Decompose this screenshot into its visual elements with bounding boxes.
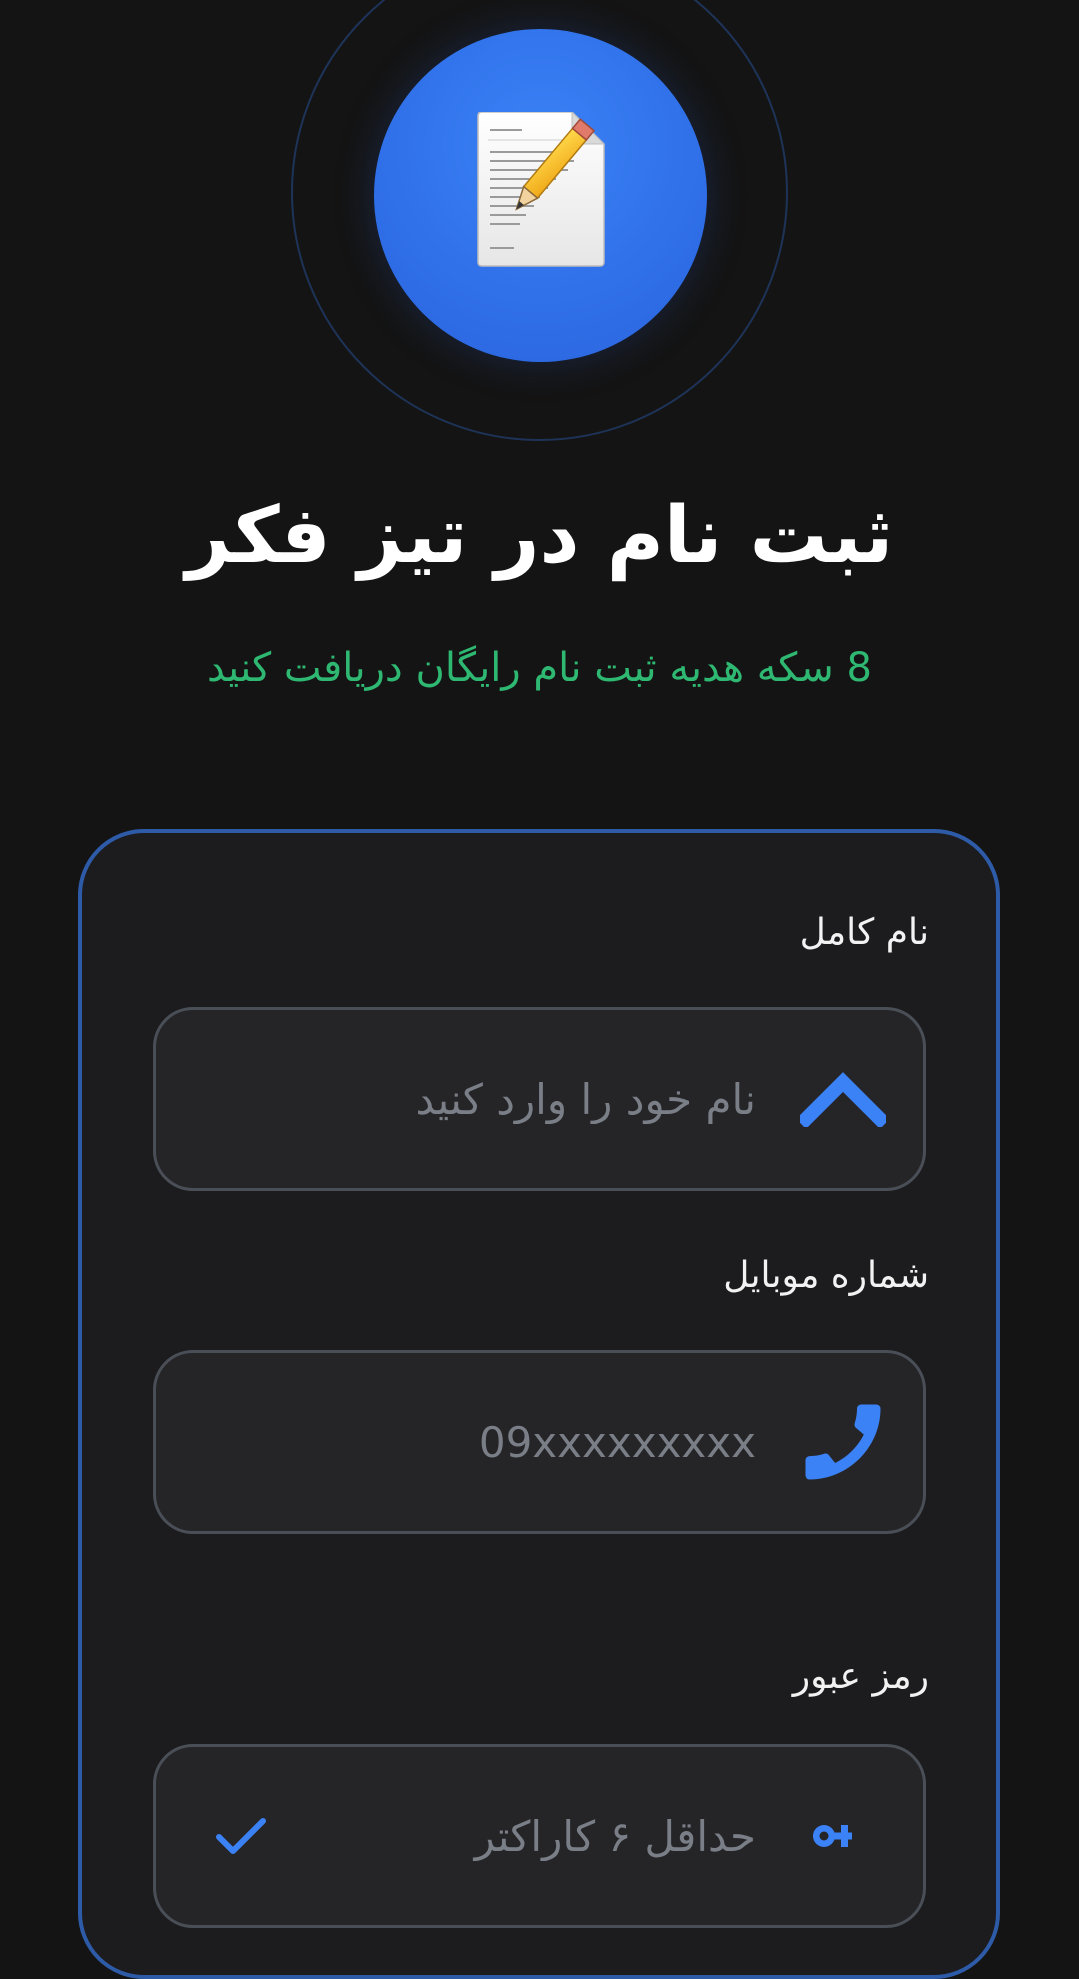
password-field[interactable] (153, 1744, 926, 1928)
mobile-field[interactable] (153, 1350, 926, 1534)
mobile-input[interactable] (274, 1406, 758, 1478)
mobile-label: شماره موبایل (723, 1255, 929, 1296)
name-input[interactable] (274, 1063, 758, 1135)
name-field[interactable] (153, 1007, 926, 1191)
check-icon[interactable] (211, 1806, 271, 1866)
document-edit-icon (477, 112, 606, 267)
password-input[interactable] (274, 1800, 758, 1872)
name-label: نام کامل (799, 912, 929, 953)
password-label: رمز عبور (792, 1656, 929, 1697)
chevron-up-icon (793, 1049, 893, 1149)
gift-subtitle: 8 سکه هدیه ثبت نام رایگان دریافت کنید (207, 645, 872, 691)
key-icon (783, 1786, 883, 1886)
phone-icon (793, 1392, 893, 1492)
page-title: ثبت نام در تیز فکر (185, 491, 894, 581)
